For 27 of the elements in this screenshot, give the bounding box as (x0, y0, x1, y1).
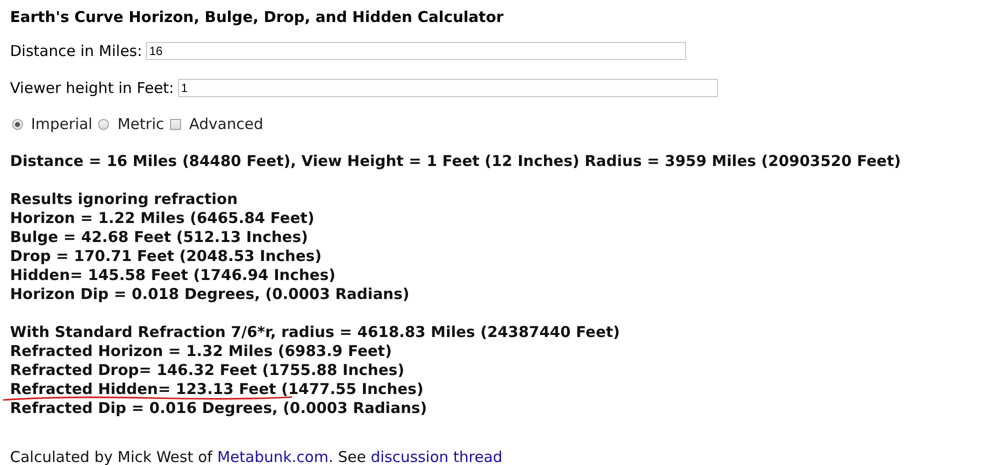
radio-button[interactable] (98, 118, 110, 130)
option-label: Imperial (31, 115, 92, 133)
result-text: Refracted Horizon = 1.32 Miles (6983.9 Feet) (10, 342, 392, 361)
result-text: Hidden= 145.58 Feet (1746.94 Inches) (10, 266, 336, 285)
field-label: Viewer height in Feet: (10, 79, 174, 97)
page-title: Earth's Curve Horizon, Bulge, Drop, and Hidden Calculator (10, 7, 505, 28)
section-heading: Results ignoring refraction (10, 190, 239, 209)
result-text: Refracted Hidden= 123.13 Feet (1477.55 Inches) (10, 380, 424, 399)
result-text: Refracted Dip = 0.016 Degrees, (0.0003 Radians) (10, 399, 428, 418)
link[interactable]: Metabunk.com (217, 448, 328, 465)
result-text: Drop = 170.71 Feet (2048.53 Inches) (10, 247, 322, 266)
result-text: Refracted Drop= 146.32 Feet (1755.88 Inches) (10, 361, 404, 380)
result-text: Bulge = 42.68 Feet (512.13 Inches) (10, 228, 308, 247)
result-text: Horizon Dip = 0.018 Degrees, (0.0003 Radians) (10, 285, 410, 304)
input-field[interactable]: 1 (178, 79, 718, 97)
input-field[interactable]: 16 (146, 42, 686, 60)
footer-text: . See (328, 448, 367, 465)
summary-text: Distance = 16 Miles (84480 Feet), View Height = 1 Feet (12 Inches) Radius = 3959 Miles (20903520 Feet) (10, 152, 902, 171)
radio-button[interactable] (12, 118, 23, 130)
result-text: Horizon = 1.22 Miles (6465.84 Feet) (10, 209, 314, 228)
section-heading: With Standard Refraction 7/6*r, radius = 4618.83 Miles (24387440 Feet) (10, 323, 621, 342)
field-label: Distance in Miles: (10, 42, 142, 60)
checkbox[interactable] (170, 118, 182, 130)
option-label: Advanced (189, 115, 264, 133)
footer-text: Calculated by Mick West of (10, 448, 214, 465)
option-label: Metric (117, 115, 164, 133)
link[interactable]: discussion thread (370, 448, 502, 465)
